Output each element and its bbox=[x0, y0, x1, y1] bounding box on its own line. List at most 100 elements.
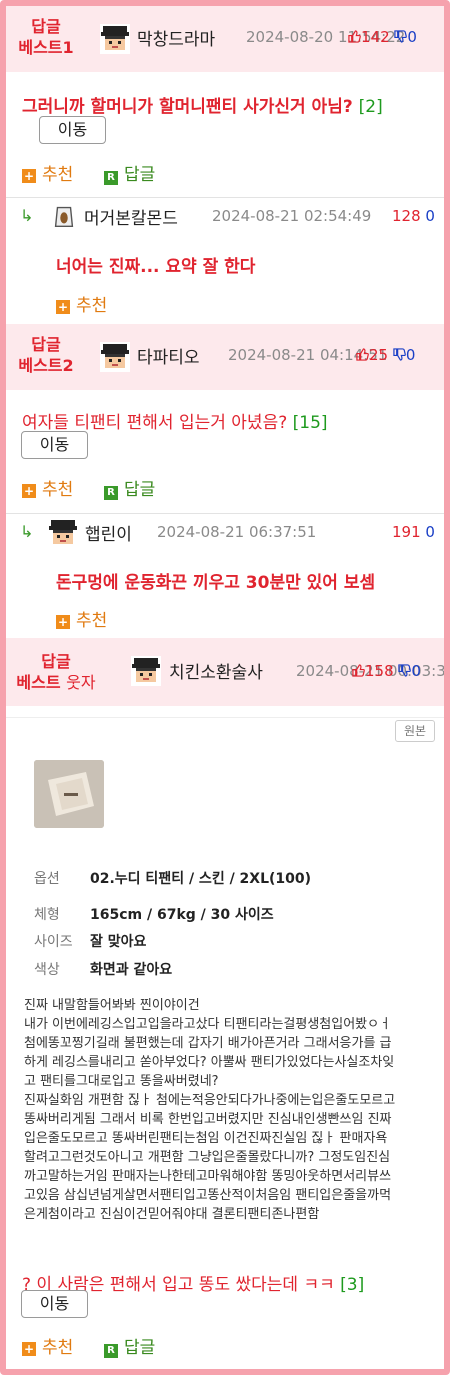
move-button[interactable]: 이동 bbox=[39, 116, 106, 144]
vote-counts: 128 0 bbox=[392, 207, 435, 225]
reply-label: 답글 bbox=[124, 1338, 156, 1358]
best-badge: 답글 베스트 웃자 bbox=[6, 651, 106, 693]
upvote-count: 25 bbox=[369, 346, 389, 364]
comment-date: 2024-08-21 06:37:51 bbox=[157, 523, 317, 541]
downvote-count: 0 bbox=[425, 523, 435, 541]
reply-text: 너어는 진짜... 요약 잘 한다 bbox=[56, 257, 256, 277]
review-line: 내가 이번에레깅스입고입을라고샀다 티팬티라는걸평생첨입어봤ㅇㅓ bbox=[24, 1017, 392, 1032]
comment-title-text[interactable]: 그러니까 할머니가 할머니팬티 사가신거 아님? bbox=[22, 97, 353, 117]
best-comment-header: 답글 베스트1 막창드라마 2024-08-20 11:54:22 142 0 bbox=[6, 6, 444, 72]
plus-icon: + bbox=[22, 484, 36, 498]
upvote-count: 142 bbox=[361, 28, 390, 46]
review-line: 똥싸버리게됨 그래서 비록 한번입고버렸지만 진심내인생빤쓰임 진짜 bbox=[24, 1112, 392, 1127]
plus-icon: + bbox=[22, 169, 36, 183]
author-nickname[interactable]: 머거본칼몬드 bbox=[84, 204, 178, 229]
review-line: 진짜실화임 개편함 짆ㅏ 첨에는적응안되다가나중에는입은줄도모르고 bbox=[24, 1093, 396, 1108]
reply-label: 답글 bbox=[124, 165, 156, 185]
reply-arrow-icon: ↳ bbox=[20, 206, 34, 225]
recommend-label: 추천 bbox=[42, 165, 74, 185]
thumbs-up-icon[interactable] bbox=[352, 664, 365, 677]
reply-icon: R bbox=[104, 486, 118, 500]
best-badge-line2: 베스트 bbox=[16, 673, 61, 692]
author-nickname[interactable]: 타파티오 bbox=[137, 343, 200, 368]
recommend-button[interactable]: + 추천 bbox=[56, 291, 107, 316]
recommend-button[interactable]: + 추천 bbox=[56, 606, 107, 631]
plus-icon: + bbox=[22, 1342, 36, 1356]
option-key: 체형 bbox=[34, 907, 60, 923]
reply-text: 돈구멍에 운동화끈 끼우고 30분만 있어 보셈 bbox=[56, 573, 376, 593]
reply-count: [3] bbox=[340, 1275, 365, 1295]
review-line: 첨에똥꼬찡기길래 불편했는데 갑자기 배가아픈거라 그래서응가를 급 bbox=[24, 1036, 392, 1051]
thumbs-up-icon[interactable] bbox=[356, 348, 369, 361]
recommend-button[interactable]: + 추천 bbox=[22, 475, 73, 500]
product-photo[interactable] bbox=[34, 760, 104, 828]
recommend-label: 추천 bbox=[76, 611, 108, 631]
best-badge-line2: 베스트2 bbox=[18, 356, 74, 375]
reply-button[interactable]: R 답글 bbox=[104, 1333, 155, 1358]
review-line: 하게 레깅스를내리고 쏟아부었다? 아뿔싸 팬티가있었다는사실조차잊 bbox=[24, 1055, 395, 1070]
reply-label: 답글 bbox=[124, 480, 156, 500]
reply-icon: R bbox=[104, 171, 118, 185]
option-value: 165cm / 67kg / 30 사이즈 bbox=[90, 907, 274, 923]
thumbs-down-icon[interactable] bbox=[394, 30, 407, 43]
best-comment-header: 답글 베스트 웃자 치킨소환술사 2024-08-21 00:03:37 158… bbox=[6, 638, 444, 706]
upvote-count: 191 bbox=[392, 523, 421, 541]
thumbs-up-icon[interactable] bbox=[348, 30, 361, 43]
option-value: 화면과 같아요 bbox=[90, 962, 173, 978]
review-line: 은게첨이라고 진심이건믿어줘야대 결론티팬티존나편함 bbox=[24, 1207, 320, 1222]
best-badge-line1: 답글 bbox=[31, 335, 61, 354]
comment-list: 답글 베스트1 막창드라마 2024-08-20 11:54:22 142 0 … bbox=[6, 6, 444, 1369]
comment-title-text[interactable]: 여자들 티팬티 편해서 입는거 아녔음? bbox=[22, 413, 287, 433]
user-avatar-icon[interactable] bbox=[131, 656, 161, 686]
best-badge-line2: 베스트1 bbox=[18, 38, 74, 57]
downvote-count: 0 bbox=[405, 346, 416, 364]
recommend-button[interactable]: + 추천 bbox=[22, 1333, 73, 1358]
option-key: 옵션 bbox=[34, 871, 60, 887]
move-button[interactable]: 이동 bbox=[21, 431, 88, 459]
author-nickname[interactable]: 막창드라마 bbox=[137, 25, 215, 50]
best-badge-tag: 웃자 bbox=[66, 673, 96, 692]
vote-counts: 191 0 bbox=[392, 523, 435, 541]
comment-title[interactable]: 그러니까 할머니가 할머니팬티 사가신거 아님? [2] bbox=[22, 92, 383, 117]
option-value: 잘 맞아요 bbox=[90, 934, 147, 950]
author-nickname[interactable]: 치킨소환술사 bbox=[169, 658, 263, 683]
downvote-count: 0 bbox=[407, 28, 417, 46]
best-badge-line1: 답글 bbox=[41, 652, 71, 671]
comment-date: 2024-08-21 02:54:49 bbox=[212, 207, 372, 225]
downvote-count: 0 bbox=[425, 207, 435, 225]
user-avatar-icon[interactable] bbox=[100, 24, 130, 54]
best-badge: 답글 베스트2 bbox=[6, 334, 86, 376]
review-text: 진짜 내말함들어봐봐 찐이야이건 내가 이번에레깅스입고입을라고샀다 티팬티라는… bbox=[24, 996, 436, 1224]
reply-button[interactable]: R 답글 bbox=[104, 475, 155, 500]
comment-title[interactable]: 여자들 티팬티 편해서 입는거 아녔음? [15] bbox=[22, 408, 328, 433]
vote-counts: 142 0 bbox=[348, 28, 417, 46]
thumbs-down-icon[interactable] bbox=[398, 664, 411, 677]
move-button[interactable]: 이동 bbox=[21, 1290, 88, 1318]
recommend-button[interactable]: + 추천 bbox=[22, 160, 73, 185]
divider bbox=[6, 197, 444, 198]
divider bbox=[6, 717, 444, 718]
user-avatar-icon[interactable] bbox=[48, 518, 78, 548]
vote-counts: 158 0 bbox=[352, 662, 421, 680]
reply-button[interactable]: R 답글 bbox=[104, 160, 155, 185]
upvote-count: 158 bbox=[365, 662, 394, 680]
reply-count: [15] bbox=[292, 413, 328, 433]
review-line: 까고말하는거임 판매자는나한테고마워해야함 똥밍아웃하면서리뷰쓰 bbox=[24, 1169, 392, 1184]
reply-arrow-icon: ↳ bbox=[20, 522, 34, 541]
source-button[interactable]: 원본 bbox=[395, 720, 435, 742]
vote-counts: 25 0 bbox=[356, 346, 415, 364]
plus-icon: + bbox=[56, 615, 70, 629]
user-avatar-icon[interactable] bbox=[50, 202, 78, 230]
downvote-count: 0 bbox=[411, 662, 421, 680]
review-line: 할려고그런것도아니고 개편함 그냥입은줄몰랐다니까? 그정도임진심 bbox=[24, 1150, 391, 1165]
thumbs-down-icon[interactable] bbox=[393, 348, 406, 361]
author-nickname[interactable]: 햅린이 bbox=[85, 520, 132, 545]
recommend-label: 추천 bbox=[76, 296, 108, 316]
review-line: 입은줄도모르고 똥싸버린팬티는첨임 이건진짜진실임 짆ㅏ 판매자욕 bbox=[24, 1131, 388, 1146]
user-avatar-icon[interactable] bbox=[100, 342, 130, 372]
recommend-label: 추천 bbox=[42, 480, 74, 500]
plus-icon: + bbox=[56, 300, 70, 314]
review-line: 고있음 삼십년넘게살면서팬티입고똥산적이처음임 팬티입은줄을까먹 bbox=[24, 1188, 392, 1203]
divider bbox=[6, 513, 444, 514]
best-badge-line1: 답글 bbox=[31, 17, 61, 36]
